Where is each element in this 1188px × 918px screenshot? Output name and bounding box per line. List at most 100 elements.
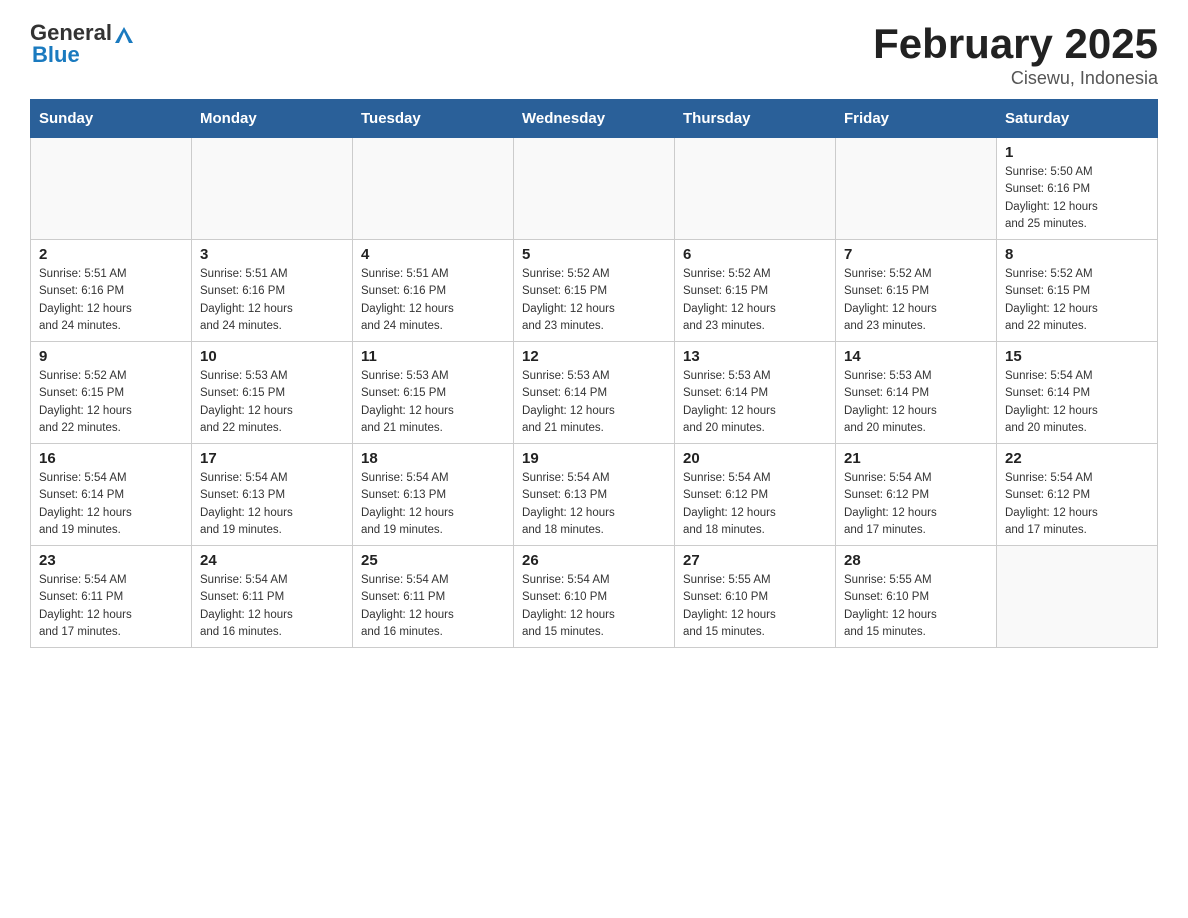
day-number: 14 (844, 348, 988, 365)
week-row-4: 16 Sunrise: 5:54 AMSunset: 6:14 PMDayligh… (31, 444, 1158, 546)
day-info: Sunrise: 5:51 AMSunset: 6:16 PMDaylight:… (200, 266, 344, 335)
day-header-saturday: Saturday (997, 100, 1158, 138)
day-info: Sunrise: 5:54 AMSunset: 6:10 PMDaylight:… (522, 572, 666, 641)
day-info: Sunrise: 5:52 AMSunset: 6:15 PMDaylight:… (39, 368, 183, 437)
day-header-tuesday: Tuesday (353, 100, 514, 138)
calendar-cell: 16 Sunrise: 5:54 AMSunset: 6:14 PMDayligh… (31, 444, 192, 546)
page-header: General Blue February 2025 Cisewu, Indon… (30, 20, 1158, 89)
day-number: 17 (200, 450, 344, 467)
day-info: Sunrise: 5:55 AMSunset: 6:10 PMDaylight:… (844, 572, 988, 641)
day-number: 19 (522, 450, 666, 467)
day-info: Sunrise: 5:54 AMSunset: 6:13 PMDaylight:… (522, 470, 666, 539)
day-number: 23 (39, 552, 183, 569)
day-info: Sunrise: 5:51 AMSunset: 6:16 PMDaylight:… (39, 266, 183, 335)
day-info: Sunrise: 5:54 AMSunset: 6:14 PMDaylight:… (39, 470, 183, 539)
calendar-cell: 7 Sunrise: 5:52 AMSunset: 6:15 PMDaylight… (836, 240, 997, 342)
day-number: 18 (361, 450, 505, 467)
day-number: 10 (200, 348, 344, 365)
day-number: 5 (522, 246, 666, 263)
day-number: 28 (844, 552, 988, 569)
day-info: Sunrise: 5:51 AMSunset: 6:16 PMDaylight:… (361, 266, 505, 335)
calendar-cell (836, 138, 997, 240)
week-row-3: 9 Sunrise: 5:52 AMSunset: 6:15 PMDaylight… (31, 342, 1158, 444)
calendar-cell (353, 138, 514, 240)
calendar-cell: 17 Sunrise: 5:54 AMSunset: 6:13 PMDayligh… (192, 444, 353, 546)
day-number: 4 (361, 246, 505, 263)
day-number: 7 (844, 246, 988, 263)
week-row-5: 23 Sunrise: 5:54 AMSunset: 6:11 PMDayligh… (31, 546, 1158, 648)
calendar-cell: 9 Sunrise: 5:52 AMSunset: 6:15 PMDaylight… (31, 342, 192, 444)
day-number: 2 (39, 246, 183, 263)
day-number: 25 (361, 552, 505, 569)
day-info: Sunrise: 5:52 AMSunset: 6:15 PMDaylight:… (844, 266, 988, 335)
day-info: Sunrise: 5:54 AMSunset: 6:12 PMDaylight:… (683, 470, 827, 539)
calendar-cell (192, 138, 353, 240)
week-row-1: 1 Sunrise: 5:50 AMSunset: 6:16 PMDaylight… (31, 138, 1158, 240)
day-info: Sunrise: 5:53 AMSunset: 6:14 PMDaylight:… (683, 368, 827, 437)
day-number: 3 (200, 246, 344, 263)
day-number: 15 (1005, 348, 1149, 365)
calendar-cell: 1 Sunrise: 5:50 AMSunset: 6:16 PMDaylight… (997, 138, 1158, 240)
calendar-cell: 24Sunrise: 5:54 AMSunset: 6:11 PMDayligh… (192, 546, 353, 648)
day-info: Sunrise: 5:54 AMSunset: 6:11 PMDaylight:… (200, 572, 344, 641)
calendar-cell: 25 Sunrise: 5:54 AMSunset: 6:11 PMDayligh… (353, 546, 514, 648)
calendar-cell (675, 138, 836, 240)
calendar-table: SundayMondayTuesdayWednesdayThursdayFrid… (30, 99, 1158, 648)
day-info: Sunrise: 5:54 AMSunset: 6:12 PMDaylight:… (1005, 470, 1149, 539)
calendar-cell: 5 Sunrise: 5:52 AMSunset: 6:15 PMDaylight… (514, 240, 675, 342)
calendar-cell: 23Sunrise: 5:54 AMSunset: 6:11 PMDayligh… (31, 546, 192, 648)
calendar-cell: 28 Sunrise: 5:55 AMSunset: 6:10 PMDayligh… (836, 546, 997, 648)
day-info: Sunrise: 5:50 AMSunset: 6:16 PMDaylight:… (1005, 164, 1149, 233)
calendar-cell (514, 138, 675, 240)
day-header-friday: Friday (836, 100, 997, 138)
calendar-cell (31, 138, 192, 240)
day-header-sunday: Sunday (31, 100, 192, 138)
day-number: 13 (683, 348, 827, 365)
month-title: February 2025 (873, 20, 1158, 68)
day-info: Sunrise: 5:52 AMSunset: 6:15 PMDaylight:… (683, 266, 827, 335)
calendar-cell: 10 Sunrise: 5:53 AMSunset: 6:15 PMDayligh… (192, 342, 353, 444)
day-number: 20 (683, 450, 827, 467)
logo-triangle-icon (115, 25, 133, 43)
logo: General Blue (30, 20, 133, 68)
day-number: 26 (522, 552, 666, 569)
logo-blue-text: Blue (32, 42, 133, 68)
day-number: 16 (39, 450, 183, 467)
day-info: Sunrise: 5:53 AMSunset: 6:14 PMDaylight:… (522, 368, 666, 437)
day-info: Sunrise: 5:54 AMSunset: 6:11 PMDaylight:… (361, 572, 505, 641)
calendar-header: SundayMondayTuesdayWednesdayThursdayFrid… (31, 100, 1158, 138)
day-info: Sunrise: 5:53 AMSunset: 6:15 PMDaylight:… (200, 368, 344, 437)
day-number: 11 (361, 348, 505, 365)
day-number: 12 (522, 348, 666, 365)
day-info: Sunrise: 5:53 AMSunset: 6:14 PMDaylight:… (844, 368, 988, 437)
calendar-cell: 4 Sunrise: 5:51 AMSunset: 6:16 PMDaylight… (353, 240, 514, 342)
day-info: Sunrise: 5:52 AMSunset: 6:15 PMDaylight:… (522, 266, 666, 335)
calendar-body: 1 Sunrise: 5:50 AMSunset: 6:16 PMDaylight… (31, 138, 1158, 648)
day-header-thursday: Thursday (675, 100, 836, 138)
location: Cisewu, Indonesia (873, 68, 1158, 89)
day-header-wednesday: Wednesday (514, 100, 675, 138)
calendar-cell: 12 Sunrise: 5:53 AMSunset: 6:14 PMDayligh… (514, 342, 675, 444)
calendar-cell: 26 Sunrise: 5:54 AMSunset: 6:10 PMDayligh… (514, 546, 675, 648)
day-info: Sunrise: 5:54 AMSunset: 6:13 PMDaylight:… (200, 470, 344, 539)
day-info: Sunrise: 5:53 AMSunset: 6:15 PMDaylight:… (361, 368, 505, 437)
day-number: 1 (1005, 144, 1149, 161)
day-number: 9 (39, 348, 183, 365)
calendar-cell: 3 Sunrise: 5:51 AMSunset: 6:16 PMDaylight… (192, 240, 353, 342)
calendar-cell: 19 Sunrise: 5:54 AMSunset: 6:13 PMDayligh… (514, 444, 675, 546)
calendar-cell: 6Sunrise: 5:52 AMSunset: 6:15 PMDaylight… (675, 240, 836, 342)
days-of-week-row: SundayMondayTuesdayWednesdayThursdayFrid… (31, 100, 1158, 138)
day-info: Sunrise: 5:55 AMSunset: 6:10 PMDaylight:… (683, 572, 827, 641)
calendar-cell: 27 Sunrise: 5:55 AMSunset: 6:10 PMDayligh… (675, 546, 836, 648)
day-number: 22 (1005, 450, 1149, 467)
day-info: Sunrise: 5:54 AMSunset: 6:12 PMDaylight:… (844, 470, 988, 539)
calendar-cell: 13 Sunrise: 5:53 AMSunset: 6:14 PMDayligh… (675, 342, 836, 444)
calendar-cell: 2 Sunrise: 5:51 AMSunset: 6:16 PMDaylight… (31, 240, 192, 342)
calendar-cell: 21Sunrise: 5:54 AMSunset: 6:12 PMDayligh… (836, 444, 997, 546)
day-header-monday: Monday (192, 100, 353, 138)
day-number: 27 (683, 552, 827, 569)
day-info: Sunrise: 5:54 AMSunset: 6:14 PMDaylight:… (1005, 368, 1149, 437)
calendar-cell (997, 546, 1158, 648)
week-row-2: 2 Sunrise: 5:51 AMSunset: 6:16 PMDaylight… (31, 240, 1158, 342)
calendar-cell: 20 Sunrise: 5:54 AMSunset: 6:12 PMDayligh… (675, 444, 836, 546)
